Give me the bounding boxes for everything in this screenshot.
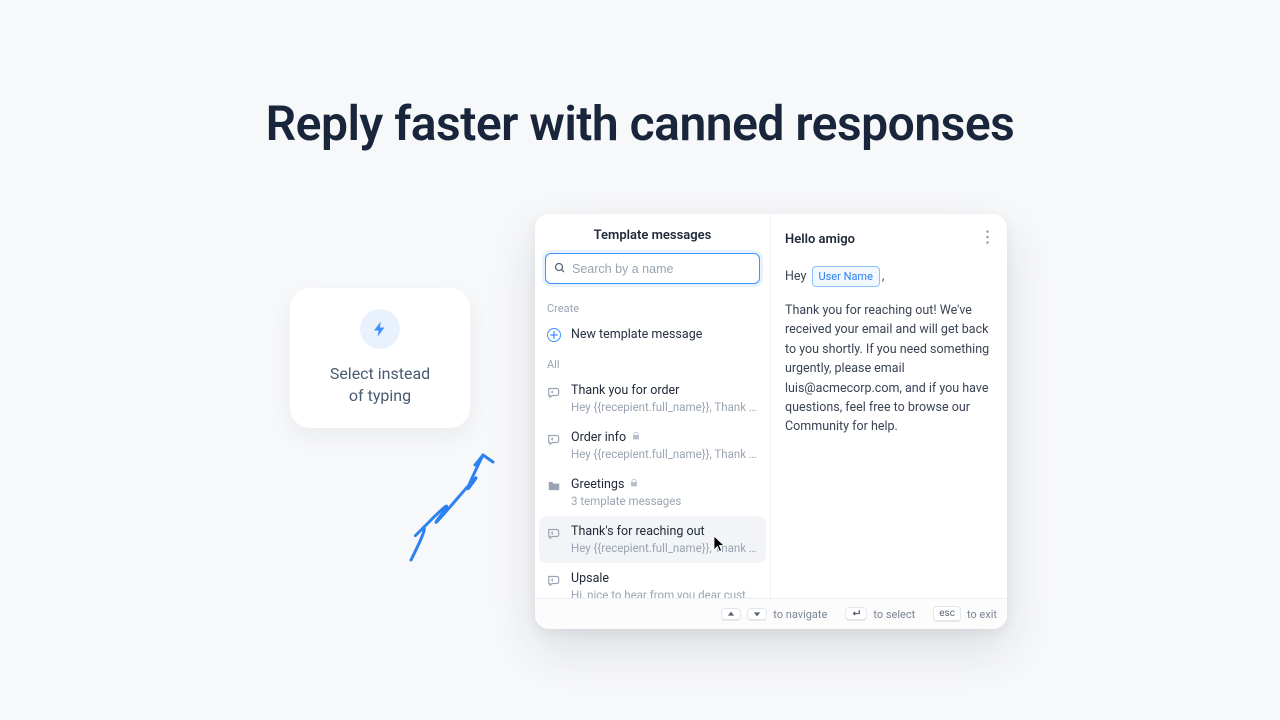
panel-footer: to navigate to select esc to exit — [535, 598, 1007, 629]
template-title: Upsale — [571, 571, 609, 586]
template-item[interactable]: Upsale Hi, nice to hear from you dear cu… — [535, 563, 770, 598]
footer-navigate-label: to navigate — [773, 608, 827, 621]
reply-icon — [547, 383, 561, 414]
esc-key: esc — [933, 606, 961, 622]
new-template-label: New template message — [571, 327, 702, 342]
search-icon — [554, 259, 566, 278]
template-title: Thank's for reaching out — [571, 524, 705, 539]
template-subtitle: Hey {{recepient.full_name}}, Thank yo...… — [571, 541, 758, 555]
section-label-all: All — [535, 350, 770, 375]
more-options-button[interactable] — [982, 228, 993, 250]
enter-key-icon — [845, 607, 867, 621]
template-title: Order info — [571, 430, 626, 445]
footer-exit-label: to exit — [967, 608, 997, 621]
template-subtitle: Hi, nice to hear from you dear customer,… — [571, 588, 758, 598]
template-subtitle: 3 template messages — [571, 494, 758, 508]
lock-icon — [629, 477, 639, 492]
preview-body: Hey User Name, Thank you for reaching ou… — [771, 258, 1007, 445]
left-column-header: Template messages — [535, 214, 770, 253]
arrow-up-key-icon — [721, 608, 741, 621]
template-title: Greetings — [571, 477, 624, 492]
template-item[interactable]: Order info Hey {{recepient.full_name}}, … — [535, 422, 770, 469]
template-panel: Template messages Create New template me… — [535, 214, 1007, 629]
template-title: Thank you for order — [571, 383, 679, 398]
search-input[interactable] — [572, 262, 751, 276]
reply-icon — [547, 430, 561, 461]
preview-title: Hello amigo — [785, 232, 855, 247]
arrow-down-key-icon — [747, 608, 767, 621]
folder-icon — [547, 477, 561, 508]
footer-select-label: to select — [873, 608, 915, 621]
page-title: Reply faster with canned responses — [0, 0, 1280, 152]
feature-text: Select instead of typing — [330, 363, 430, 406]
template-subtitle: Hey {{recepient.full_name}}, Thank you f… — [571, 447, 758, 461]
template-item[interactable]: Thank you for order Hey {{recepient.full… — [535, 375, 770, 422]
template-item-selected[interactable]: Thank's for reaching out Hey {{recepient… — [539, 516, 766, 563]
feature-card: Select instead of typing — [290, 288, 470, 428]
section-label-create: Create — [535, 294, 770, 319]
template-folder-item[interactable]: Greetings 3 template messages — [535, 469, 770, 516]
new-template-button[interactable]: New template message — [535, 319, 770, 350]
plus-circle-icon — [547, 328, 561, 342]
bolt-icon — [360, 309, 400, 349]
arrow-doodle-icon — [401, 430, 511, 570]
variable-chip: User Name — [812, 266, 880, 287]
template-list-column: Template messages Create New template me… — [535, 214, 771, 598]
template-subtitle: Hey {{recepient.full_name}}, Thank you f… — [571, 400, 758, 414]
search-input-wrap[interactable] — [545, 253, 760, 284]
reply-icon — [547, 571, 561, 598]
lock-icon — [631, 430, 641, 445]
preview-column: Hello amigo Hey User Name, Thank you for… — [771, 214, 1007, 598]
reply-icon — [547, 524, 561, 555]
